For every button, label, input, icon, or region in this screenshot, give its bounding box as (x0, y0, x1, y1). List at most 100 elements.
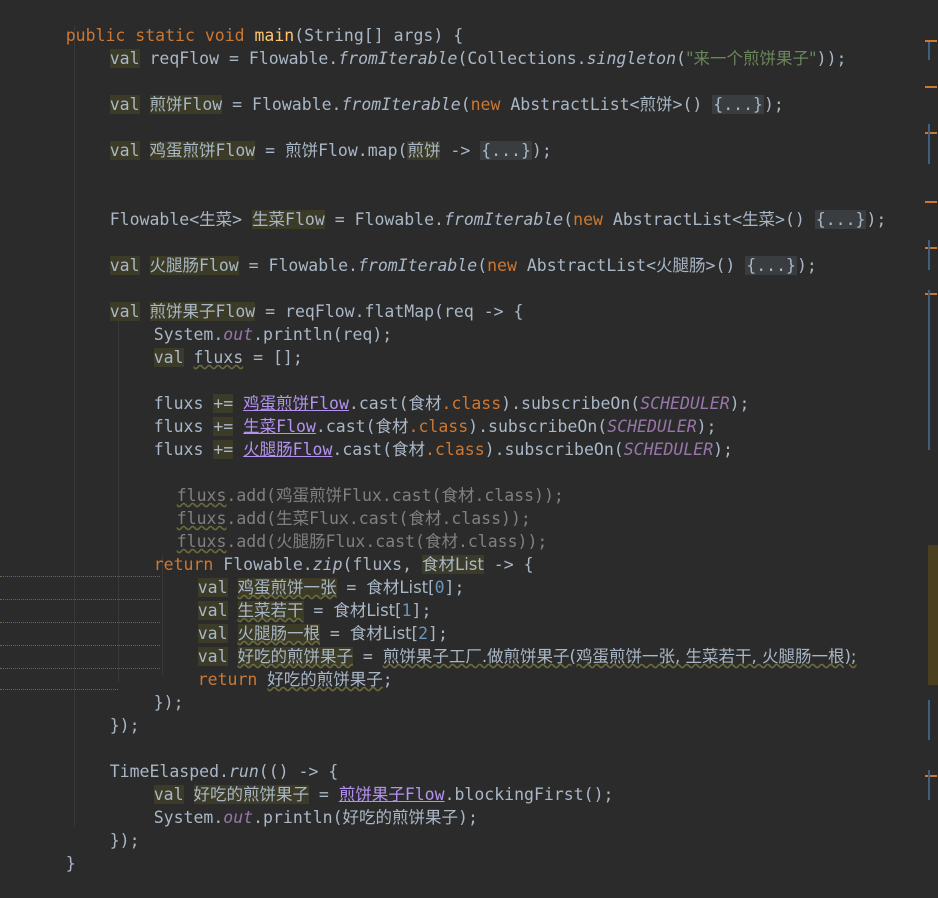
code-text: ); (763, 95, 784, 114)
static-method: fromIterable (338, 49, 458, 68)
code-text: )); (816, 49, 847, 68)
code-text: ); (866, 210, 887, 229)
code-line-println-tasty[interactable]: System.out.println(好吃的煎饼果子); (114, 783, 478, 827)
change-marker[interactable] (928, 240, 930, 270)
code-line-println-req[interactable]: System.out.println(req); (114, 300, 392, 344)
variable-name: fluxs (193, 348, 244, 367)
warning-underline (0, 644, 160, 646)
type-name: 火腿肠 (656, 256, 706, 275)
code-line-greyed-add-egg[interactable]: fluxs.add(鸡蛋煎饼Flux.cast(食材.class)); (137, 461, 564, 505)
keyword-val: val (109, 95, 140, 114)
code-text: ]; (444, 578, 465, 597)
variable-name: Flow (215, 141, 256, 160)
keyword-val: val (109, 141, 140, 160)
variable-name: 煎饼 (149, 95, 183, 114)
code-text: Flow.map( (318, 141, 408, 160)
code-line-jianbingguozi-flow[interactable]: val 煎饼果子Flow = reqFlow.flatMap(req -> { (70, 277, 523, 321)
error-stripe[interactable] (928, 545, 938, 685)
warning-underline (0, 621, 160, 623)
code-line-close-main[interactable]: } (26, 829, 76, 873)
code-line-lettuce-some[interactable]: val 生菜若干 = 食材List[1]; (158, 576, 431, 620)
code-line-main-signature[interactable]: public static void main(String[] args) { (26, 1, 463, 45)
code-text: = Flowable. (222, 95, 342, 114)
code-text: }); (153, 693, 184, 712)
code-line-fluxs-decl[interactable]: val fluxs = []; (114, 323, 303, 367)
folded-code[interactable]: {...} (712, 95, 764, 114)
code-line-greyed-add-lettuce[interactable]: fluxs.add(生菜Flux.cast(食材.class)); (137, 484, 531, 528)
warning-underline (0, 575, 160, 577)
keyword-val: val (153, 348, 184, 367)
code-line-close-flatmap[interactable]: }); (70, 691, 140, 735)
variable-name: Flow (199, 256, 239, 275)
code-text: reqFlow = Flowable. (139, 49, 339, 68)
warning-marker[interactable] (925, 132, 937, 134)
change-marker[interactable] (928, 770, 930, 800)
variable-ref: 火腿肠 (243, 440, 293, 459)
code-line-fluxs-add-ham[interactable]: fluxs += 火腿肠Flow.cast(食材.class).subscrib… (114, 415, 733, 459)
code-text: AbstractList< (500, 95, 640, 114)
keyword-new: new (573, 210, 603, 229)
code-text: ); (531, 141, 552, 160)
code-text: ( (460, 95, 471, 114)
code-line-reqflow[interactable]: val reqFlow = Flowable.fromIterable(Coll… (70, 24, 846, 68)
code-text: System. (153, 808, 224, 827)
code-line-time-elapsed[interactable]: TimeElasped.run(() -> { (70, 737, 339, 781)
warning-marker[interactable] (925, 201, 937, 203)
code-line-return-tasty[interactable]: return 好吃的煎饼果子; (158, 645, 393, 689)
static-field: SCHEDULER (623, 440, 714, 459)
code-text: -> (440, 141, 481, 160)
variable-ref: 好吃的煎饼果子 (267, 670, 383, 689)
warning-marker[interactable] (925, 86, 937, 88)
folded-code[interactable]: {...} (480, 141, 532, 160)
code-line-close-zip[interactable]: }); (114, 668, 184, 712)
warning-marker[interactable] (925, 775, 937, 777)
variable-ref: 煎饼 (285, 141, 319, 160)
code-text: }); (109, 831, 140, 850)
static-field: out (223, 808, 254, 827)
code-text: ); (458, 808, 478, 827)
code-line-fluxs-add-egg[interactable]: fluxs += 鸡蛋煎饼Flow.cast(食材.class).subscri… (114, 369, 750, 413)
code-line-jianbing-flow[interactable]: val 煎饼Flow = Flowable.fromIterable(new A… (70, 70, 784, 114)
code-line-close-run[interactable]: }); (70, 806, 140, 850)
code-text: ); (713, 440, 733, 459)
variable-name: 鸡蛋煎饼 (149, 141, 216, 160)
code-line-return-zip[interactable]: return Flowable.zip(fluxs, 食材List -> { (114, 530, 534, 574)
code-line-egg-jianbing[interactable]: val 鸡蛋煎饼Flow = 煎饼Flow.map(煎饼 -> {...}); (70, 116, 552, 160)
variable-ref: Flow (292, 440, 333, 459)
lambda-param: 煎饼 (407, 141, 441, 160)
static-method: singleton (586, 49, 677, 68)
code-text: (Collections. (457, 49, 587, 68)
warning-marker[interactable] (925, 293, 937, 295)
change-marker[interactable] (928, 700, 930, 740)
change-marker[interactable] (928, 40, 930, 60)
code-line-ham-one[interactable]: val 火腿肠一根 = 食材List[2]; (158, 599, 448, 643)
warning-marker[interactable] (925, 40, 937, 42)
number-literal: 0 (434, 578, 445, 597)
keyword-new: new (470, 95, 501, 114)
code-line-lettuce-flow[interactable]: Flowable<生菜> 生菜Flow = Flowable.fromItera… (70, 185, 886, 229)
change-marker[interactable] (928, 124, 930, 164)
keyword-val: val (109, 256, 140, 275)
variable-name: 生菜 (252, 210, 286, 229)
code-editor[interactable]: public static void main(String[] args) {… (0, 0, 938, 873)
code-line-ham-flow[interactable]: val 火腿肠Flow = Flowable.fromIterable(new … (70, 231, 817, 275)
code-text: ( (676, 49, 686, 68)
code-line-greyed-add-ham[interactable]: fluxs.add(火腿肠Flux.cast(食材.class)); (137, 507, 548, 551)
keyword-class: .class (425, 440, 485, 459)
folded-code[interactable]: {...} (814, 210, 867, 229)
warning-marker[interactable] (925, 247, 937, 249)
code-text: = Flowable. (324, 210, 444, 229)
folded-code[interactable]: {...} (745, 256, 797, 275)
code-line-fluxs-add-lettuce[interactable]: fluxs += 生菜Flow.cast(食材.class).subscribe… (114, 392, 717, 436)
code-text: AbstractList< (602, 210, 743, 229)
code-line-blocking-first[interactable]: val 好吃的煎饼果子 = 煎饼果子Flow.blockingFirst(); (114, 760, 613, 804)
code-line-egg-pancake[interactable]: val 鸡蛋煎饼一张 = 食材List[0]; (158, 553, 464, 597)
change-marker[interactable] (928, 290, 930, 450)
code-text: }); (109, 716, 140, 735)
warning-underline (0, 688, 118, 690)
string-literal: "来一个煎饼果子" (685, 49, 817, 68)
code-line-tasty-jianbingguozi[interactable]: val 好吃的煎饼果子 = 煎饼果子工厂.做煎饼果子(鸡蛋煎饼一张, 生菜若干,… (158, 622, 856, 666)
